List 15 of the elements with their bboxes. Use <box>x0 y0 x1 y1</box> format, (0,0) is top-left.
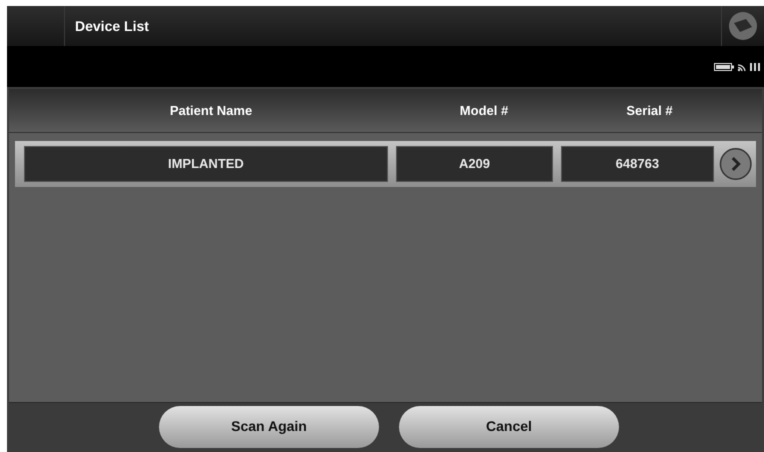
column-header: Model # <box>458 102 510 120</box>
column-header: Serial # <box>625 102 674 120</box>
signal-icon <box>750 62 762 70</box>
action-button[interactable]: Cancel <box>399 406 619 448</box>
device-icon[interactable] <box>728 11 758 41</box>
device-row[interactable]: IMPLANTED A209 648763 <box>15 141 756 187</box>
table-cell: 648763 <box>561 146 714 182</box>
wireless-icon <box>737 62 747 72</box>
window-title: Device List <box>75 16 149 36</box>
action-button[interactable]: Scan Again <box>159 406 379 448</box>
table-cell: IMPLANTED <box>24 146 388 182</box>
table-cell: A209 <box>396 146 554 182</box>
chevron-right-icon[interactable] <box>718 147 752 181</box>
column-header: Patient Name <box>168 102 254 120</box>
battery-icon <box>714 62 734 70</box>
